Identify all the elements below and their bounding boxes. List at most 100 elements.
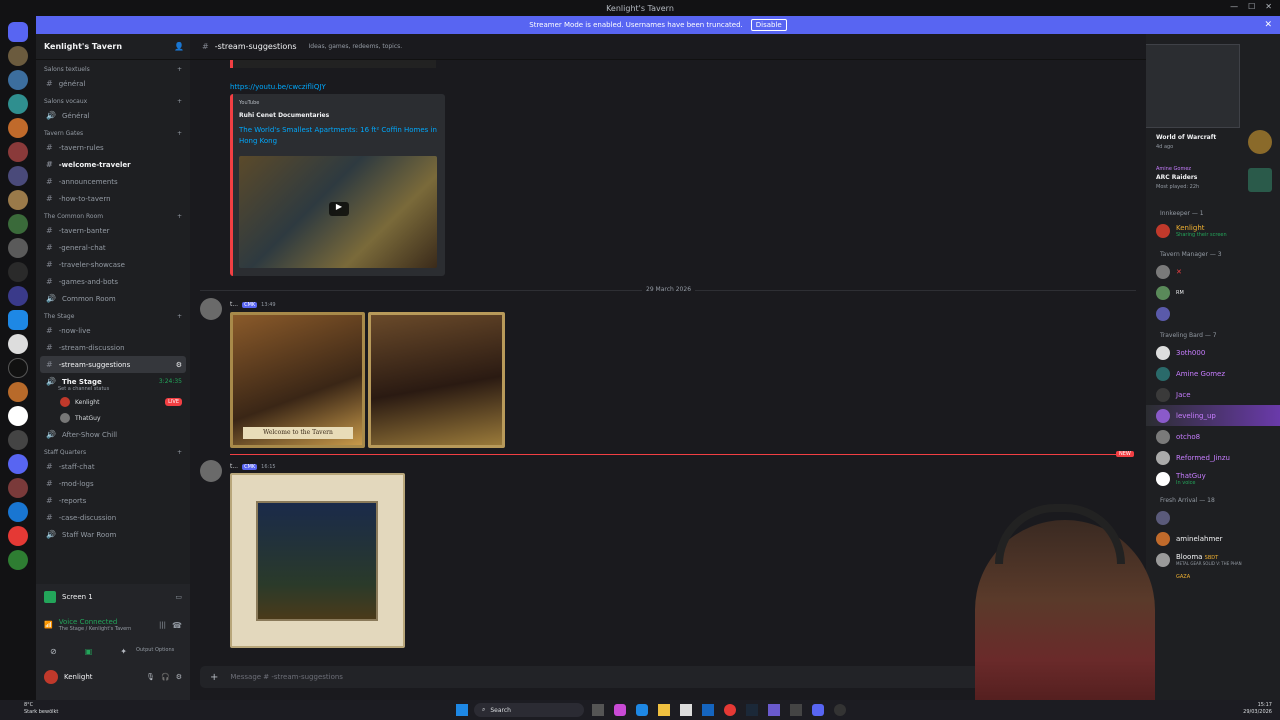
popout-icon[interactable]: ▭ (175, 593, 182, 601)
channel-now-live[interactable]: # -now-live (36, 322, 190, 339)
steam-icon[interactable] (746, 704, 758, 716)
activities-icon[interactable]: ✦ (120, 647, 127, 656)
member-item[interactable]: Kenlight Sharing their screen (1146, 220, 1280, 241)
server-icon[interactable] (8, 382, 28, 402)
server-icon[interactable] (8, 142, 28, 162)
close-banner-icon[interactable]: ✕ (1264, 20, 1272, 30)
add-channel-icon[interactable]: + (177, 130, 182, 137)
add-channel-icon[interactable]: + (177, 98, 182, 105)
add-channel-icon[interactable]: + (177, 66, 182, 73)
screen-share-icon[interactable]: ▣ (85, 647, 93, 656)
channel-tavern-banter[interactable]: # -tavern-banter (36, 222, 190, 239)
close-window-icon[interactable]: ✕ (1265, 2, 1272, 11)
microphone-icon[interactable]: 🎙 (146, 673, 155, 681)
voice-channel-general[interactable]: 🔊 Général (36, 107, 190, 124)
minimize-icon[interactable]: — (1230, 2, 1238, 11)
server-icon[interactable] (8, 46, 28, 66)
voice-channel-after-show[interactable]: 🔊 After-Show Chill (36, 426, 190, 443)
channel-staff-chat[interactable]: # -staff-chat (36, 458, 190, 475)
app-icon[interactable] (768, 704, 780, 716)
app-icon[interactable] (790, 704, 802, 716)
add-channel-icon[interactable]: + (177, 213, 182, 220)
voice-channel-common-room[interactable]: 🔊 Common Room (36, 290, 190, 307)
disable-button[interactable]: Disable (750, 19, 787, 31)
server-icon[interactable] (8, 526, 28, 546)
server-icon[interactable] (8, 166, 28, 186)
message-link[interactable]: https://youtu.be/cwczifliQJY (230, 83, 326, 91)
file-explorer-icon[interactable] (658, 704, 670, 716)
avatar[interactable] (200, 460, 222, 482)
settings-gear-icon[interactable]: ⚙ (176, 361, 182, 369)
category-voice[interactable]: Salons vocaux + (36, 92, 190, 107)
channel-general-chat[interactable]: # -general-chat (36, 239, 190, 256)
member-item[interactable]: 3oth000 (1146, 342, 1280, 363)
embed-author[interactable]: Ruhi Cenet Documentaries (233, 106, 445, 119)
member-item[interactable]: otcho8 (1146, 426, 1280, 447)
taskbar-search[interactable]: ⌕ Search (474, 703, 584, 717)
add-channel-icon[interactable]: + (177, 313, 182, 320)
user-settings-gear-icon[interactable]: ⚙ (176, 673, 182, 681)
server-icon[interactable] (8, 550, 28, 570)
avatar[interactable] (200, 298, 222, 320)
member-item[interactable]: leveling_up (1146, 405, 1280, 426)
voice-user[interactable]: Kenlight LIVE (36, 394, 190, 410)
server-icon[interactable] (8, 502, 28, 522)
start-icon[interactable] (456, 704, 468, 716)
server-icon[interactable] (8, 94, 28, 114)
voice-user[interactable]: ThatGuy (36, 410, 190, 426)
copilot-icon[interactable] (614, 704, 626, 716)
message-input[interactable]: Message # -stream-suggestions (230, 673, 343, 681)
message-author[interactable]: t... (230, 463, 238, 470)
channel-how-to-tavern[interactable]: # -how-to-tavern (36, 190, 190, 207)
member-item[interactable]: ThatGuy In voice (1146, 468, 1280, 489)
screen-share-row[interactable]: Screen 1 ▭ (36, 584, 190, 610)
channel-announcements[interactable]: # -announcements (36, 173, 190, 190)
add-channel-icon[interactable]: + (177, 449, 182, 456)
server-icon[interactable] (8, 262, 28, 282)
activity-user[interactable]: Amine Gomez (1156, 166, 1191, 172)
mail-icon[interactable] (702, 704, 714, 716)
voice-channel-war-room[interactable]: 🔊 Staff War Room (36, 526, 190, 543)
headphones-icon[interactable]: 🎧 (161, 673, 170, 681)
channel-topic[interactable]: Ideas, games, redeems, topics. (309, 43, 403, 50)
activity-title[interactable]: ARC Raiders (1156, 174, 1197, 181)
server-header[interactable]: Kenlight's Tavern 👤 (36, 34, 190, 60)
attach-plus-icon[interactable]: + (210, 672, 218, 683)
category-common[interactable]: The Common Room + (36, 207, 190, 222)
server-icon[interactable] (8, 454, 28, 474)
server-icon[interactable] (8, 214, 28, 234)
channel-games-and-bots[interactable]: # -games-and-bots (36, 273, 190, 290)
attached-image[interactable] (368, 312, 505, 448)
voice-connected-label[interactable]: Voice Connected (59, 618, 132, 626)
member-item[interactable]: Amine Gomez (1146, 363, 1280, 384)
embed-title[interactable]: The World's Smallest Apartments: 16 ft² … (233, 119, 445, 147)
server-icon[interactable] (8, 310, 28, 330)
server-icon[interactable] (8, 118, 28, 138)
server-icon[interactable] (8, 358, 28, 378)
store-icon[interactable] (680, 704, 692, 716)
channel-stream-discussion[interactable]: # -stream-discussion (36, 339, 190, 356)
server-icon[interactable] (8, 70, 28, 90)
edge-icon[interactable] (636, 704, 648, 716)
channel-general[interactable]: # général (36, 75, 190, 92)
stream-preview[interactable] (1146, 44, 1240, 128)
weather-widget[interactable]: 8°C Stark bewölkt (24, 702, 58, 716)
obs-icon[interactable] (834, 704, 846, 716)
server-icon[interactable] (8, 430, 28, 450)
server-icon[interactable] (8, 190, 28, 210)
task-view-icon[interactable] (592, 704, 604, 716)
clock[interactable]: 15:17 29/03/2026 (1243, 702, 1272, 716)
category-gates[interactable]: Tavern Gates + (36, 124, 190, 139)
server-icon[interactable] (8, 334, 28, 354)
category-staff[interactable]: Staff Quarters + (36, 443, 190, 458)
add-member-icon[interactable]: 👤 (174, 42, 184, 51)
category-text[interactable]: Salons textuels + (36, 60, 190, 75)
message-author[interactable]: t... (230, 301, 238, 308)
member-item[interactable]: RM (1146, 282, 1280, 303)
video-thumbnail[interactable]: ▶ (239, 156, 437, 268)
camera-off-icon[interactable]: ⊘ (50, 647, 57, 656)
channel-traveler-showcase[interactable]: # -traveler-showcase (36, 256, 190, 273)
chrome-icon[interactable] (724, 704, 736, 716)
server-icon[interactable] (8, 238, 28, 258)
voice-location[interactable]: The Stage / Kenlight's Tavern (59, 626, 132, 632)
